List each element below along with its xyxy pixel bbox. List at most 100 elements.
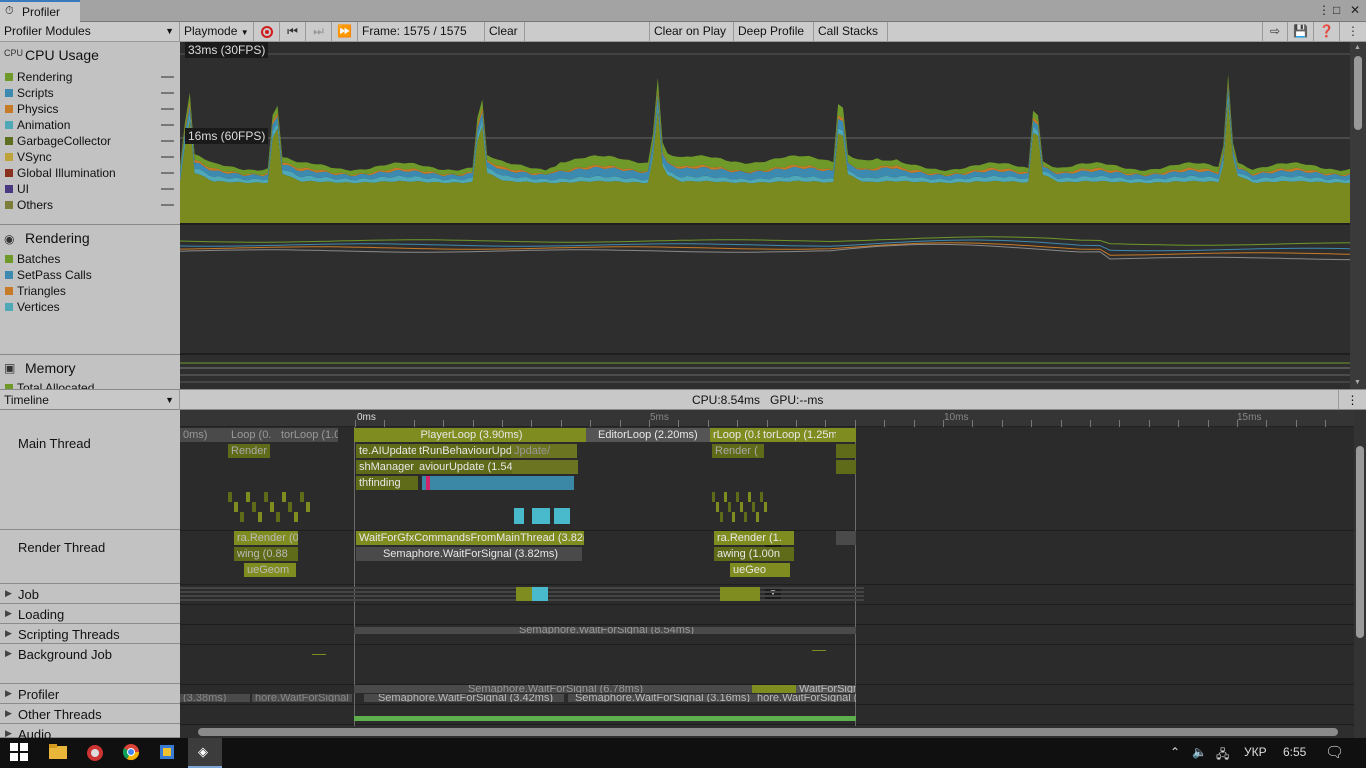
volume-icon[interactable]: 🔈 xyxy=(1192,745,1207,759)
thread-row-label[interactable]: ▶ Job xyxy=(0,584,180,604)
script-block[interactable] xyxy=(422,476,512,490)
deep-block[interactable] xyxy=(240,512,244,522)
deep-block[interactable] xyxy=(712,492,715,502)
deep-cyan-block[interactable] xyxy=(554,508,570,524)
cpu-legend-item[interactable]: VSync xyxy=(0,149,180,165)
clear-on-play-toggle[interactable]: Clear on Play xyxy=(649,22,734,42)
deep-block[interactable] xyxy=(258,512,262,522)
network-icon[interactable]: 🖧 xyxy=(1216,745,1229,766)
sem-other-3[interactable]: hore.WaitForSignal (1 xyxy=(754,694,856,702)
render-next-block[interactable]: Render ( xyxy=(712,444,764,458)
thread-row-label[interactable]: ▶ Loading xyxy=(0,604,180,624)
update-faded-block[interactable]: Jpdate/ xyxy=(511,444,577,458)
scroll-down-icon[interactable]: ▼ xyxy=(1354,379,1361,386)
timeline-vscroll[interactable] xyxy=(1354,410,1366,738)
thread-row-label[interactable]: ▶ Other Threads xyxy=(0,704,180,724)
run-behaviour-block[interactable]: tRunBehaviourUpd xyxy=(416,444,511,458)
save-button[interactable]: 💾 xyxy=(1288,22,1314,42)
drag-handle-icon[interactable] xyxy=(161,172,174,174)
prev-frame-block[interactable]: 0ms) xyxy=(180,428,228,442)
thread-row-label[interactable]: ▶ Audio xyxy=(0,724,180,738)
deep-block[interactable] xyxy=(752,502,755,512)
time-ruler[interactable]: 0ms 5ms 10ms 15ms xyxy=(180,410,1354,427)
deep-block[interactable] xyxy=(264,492,268,502)
sem-other-2[interactable]: Semaphore.WaitForSignal (3.16ms) xyxy=(568,694,754,702)
deep-block[interactable] xyxy=(744,512,747,522)
memory-legend-item[interactable]: Total Allocated xyxy=(0,380,180,389)
wait-next-block[interactable]: WaitForSign xyxy=(796,685,856,693)
ai-update-block[interactable]: te.AIUpdate xyxy=(356,444,416,458)
deep-block[interactable] xyxy=(252,502,256,512)
maximize-icon[interactable]: □ xyxy=(1333,3,1340,17)
deep-block[interactable] xyxy=(234,502,238,512)
deep-block[interactable] xyxy=(294,512,298,522)
rendering-legend-item[interactable]: SetPass Calls xyxy=(0,267,180,283)
sem-other-1[interactable]: Semaphore.WaitForSignal (3.42ms) xyxy=(364,694,564,702)
deep-block[interactable] xyxy=(732,512,735,522)
next-editorloop-block[interactable]: torLoop (1.25m xyxy=(760,428,836,442)
file-explorer-icon[interactable] xyxy=(48,743,68,763)
module-charts[interactable]: 33ms (30FPS) 16ms (60FPS) xyxy=(180,42,1350,389)
job-block-2[interactable] xyxy=(720,587,760,601)
ra-render-next-block[interactable]: ra.Render (1. xyxy=(714,531,794,545)
prev-editorloop-block[interactable]: torLoop (1.08( xyxy=(278,428,338,442)
deep-block[interactable] xyxy=(300,492,304,502)
chrome-icon[interactable] xyxy=(122,743,142,763)
queue-prev-block[interactable]: ueGeom xyxy=(244,563,296,577)
deep-block[interactable] xyxy=(228,492,232,502)
expand-arrow-icon[interactable]: ▶ xyxy=(5,648,12,659)
rendering-legend-item[interactable]: Batches xyxy=(0,251,180,267)
update-sub-block[interactable] xyxy=(512,460,578,474)
bg-mark[interactable] xyxy=(812,650,826,651)
playmode-dropdown[interactable]: Playmode ▼ xyxy=(180,22,254,42)
cpu-legend-item[interactable]: UI xyxy=(0,181,180,197)
drag-handle-icon[interactable] xyxy=(161,108,174,110)
app-icon[interactable] xyxy=(85,743,105,763)
thread-row-label[interactable]: ▶ Background Job xyxy=(0,644,180,684)
deep-block[interactable] xyxy=(288,502,292,512)
cpu-legend-item[interactable]: Physics xyxy=(0,101,180,117)
expand-arrow-icon[interactable]: ▶ xyxy=(5,708,12,719)
clear-button[interactable]: Clear xyxy=(485,22,525,42)
render-prev-block[interactable]: Render ( xyxy=(228,444,270,458)
job-block-cyan[interactable] xyxy=(532,587,548,601)
deep-block[interactable] xyxy=(760,492,763,502)
expand-arrow-icon[interactable]: ▶ xyxy=(5,628,12,639)
thread-row-label[interactable]: Render Thread xyxy=(0,530,180,584)
frame-end-block[interactable] xyxy=(836,428,856,442)
cpu-legend-item[interactable]: Scripts xyxy=(0,85,180,101)
playerloop-block[interactable]: PlayerLoop (3.90ms) xyxy=(354,428,586,442)
charts-scroll-thumb[interactable] xyxy=(1354,56,1362,130)
queue-next-block[interactable]: ueGeo xyxy=(730,563,790,577)
next-frame-button[interactable]: ⏭ xyxy=(306,22,332,42)
timeline-view[interactable]: 0ms5ms10ms15ms 0ms)Loop (0.torLoop (1.08… xyxy=(180,410,1354,738)
marker-block[interactable] xyxy=(426,476,430,490)
thread-row-label[interactable]: ▶ Profiler xyxy=(0,684,180,704)
ra-render-prev-block[interactable]: ra.Render (0 xyxy=(234,531,298,545)
language-indicator[interactable]: УКР xyxy=(1244,745,1267,759)
deep-block[interactable] xyxy=(276,512,280,522)
rendering-legend-item[interactable]: Vertices xyxy=(0,299,180,315)
cpu-legend-item[interactable]: Global Illumination xyxy=(0,165,180,181)
semaphore-profiler-block[interactable]: Semaphore.WaitForSignal (6.78ms) xyxy=(354,685,754,693)
view-mode-dropdown[interactable]: Timeline ▼ xyxy=(0,390,180,410)
cpu-usage-module[interactable]: CPU CPU Usage Rendering Scripts Physics Ani… xyxy=(0,42,180,225)
cpu-legend-item[interactable]: Rendering xyxy=(0,69,180,85)
help-button[interactable]: ❓ xyxy=(1314,22,1340,42)
deep-block[interactable] xyxy=(728,502,731,512)
menu-button[interactable]: ⋮ xyxy=(1340,22,1366,42)
deep-block[interactable] xyxy=(720,512,723,522)
drag-handle-icon[interactable] xyxy=(161,92,174,94)
memory-module[interactable]: ▣ Memory Total Allocated xyxy=(0,355,180,389)
notifications-icon[interactable]: 🗨 xyxy=(1325,743,1344,761)
deep-block[interactable] xyxy=(246,492,250,502)
deep-block[interactable] xyxy=(764,502,767,512)
sem-other-prev2[interactable]: hore.WaitForSignal xyxy=(252,694,352,702)
call-stacks-toggle[interactable]: Call Stacks xyxy=(814,22,888,42)
drag-handle-icon[interactable] xyxy=(161,76,174,78)
drag-handle-icon[interactable] xyxy=(161,140,174,142)
frame-end-block-3[interactable] xyxy=(836,460,856,474)
timeline-vscroll-thumb[interactable] xyxy=(1356,446,1364,638)
drawing-next-block[interactable]: awing (1.00n xyxy=(714,547,794,561)
semaphore-main-block[interactable]: Semaphore.WaitForSignal (3.82ms) xyxy=(356,547,582,561)
